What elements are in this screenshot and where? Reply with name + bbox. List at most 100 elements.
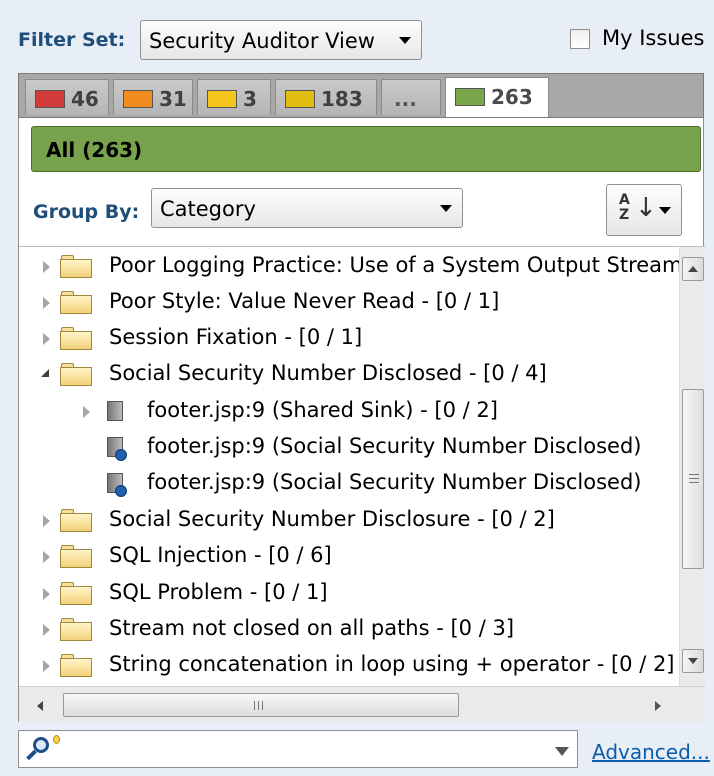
tree-item-label: String concatenation in loop using + ope…	[109, 652, 675, 676]
medium-swatch-icon	[207, 90, 237, 108]
tree-item[interactable]: Poor Logging Practice: Use of a System O…	[19, 248, 679, 284]
chevron-down-icon	[399, 37, 411, 44]
expand-arrow-icon[interactable]	[43, 660, 50, 672]
tree-item-label: Social Security Number Disclosed - [0 / …	[109, 361, 547, 385]
folder-icon	[60, 582, 92, 605]
low-swatch-icon	[285, 90, 315, 108]
tree-item[interactable]: Session Fixation - [0 / 1]	[19, 320, 679, 356]
horizontal-scrollbar[interactable]	[19, 686, 705, 722]
issues-panel: All (263) Group By: Category AZ ↓ Poor L…	[18, 118, 705, 722]
group-by-dropdown[interactable]: Category	[151, 188, 463, 228]
tab-count: 263	[491, 85, 533, 109]
tree-item-label: Stream not closed on all paths - [0 / 3]	[109, 616, 515, 640]
folder-icon	[60, 509, 92, 532]
folder-icon	[60, 545, 92, 568]
folder-icon	[60, 618, 92, 641]
tab-count: 46	[71, 87, 99, 111]
sort-az-icon: AZ	[619, 192, 630, 223]
all-swatch-icon	[455, 88, 485, 106]
shared-sink-icon	[105, 401, 127, 425]
tree-item[interactable]: footer.jsp:9 (Social Security Number Dis…	[19, 429, 679, 465]
tree-item[interactable]: Social Security Number Disclosed - [0 / …	[19, 356, 679, 392]
expand-arrow-icon[interactable]	[43, 333, 50, 345]
tree-item[interactable]: SQL Problem - [0 / 1]	[19, 575, 679, 611]
advanced-search-link[interactable]: Advanced...	[592, 740, 710, 764]
scroll-left-arrow-icon[interactable]	[37, 701, 43, 711]
horizontal-scroll-thumb[interactable]	[63, 693, 459, 717]
scroll-down-button[interactable]	[682, 649, 704, 673]
grip-icon	[254, 701, 255, 710]
grip-icon	[262, 701, 263, 710]
tab-all[interactable]: 263	[445, 77, 549, 117]
my-issues-checkbox[interactable]	[570, 29, 590, 49]
folder-icon	[60, 363, 92, 386]
folder-icon	[60, 327, 92, 350]
group-by-value: Category	[160, 197, 256, 221]
vertical-scroll-thumb[interactable]	[682, 389, 704, 569]
priority-tabs: 46 31 3 183 ... 263	[18, 73, 704, 118]
tree-item[interactable]: Poor Style: Value Never Read - [0 / 1]	[19, 284, 679, 320]
filter-set-row: Filter Set: Security Auditor View My Iss…	[0, 0, 714, 70]
chevron-down-icon	[659, 207, 671, 214]
filter-set-label: Filter Set:	[18, 29, 126, 51]
all-issues-label: All (263)	[46, 138, 143, 162]
expand-arrow-icon[interactable]	[43, 515, 50, 527]
search-input[interactable]	[18, 730, 578, 768]
scroll-up-button[interactable]	[682, 257, 704, 281]
folder-icon	[60, 255, 92, 278]
expand-arrow-icon[interactable]	[83, 406, 90, 418]
expand-arrow-icon[interactable]	[43, 551, 50, 563]
vertical-scrollbar[interactable]	[679, 246, 705, 686]
tree-item-label: footer.jsp:9 (Social Security Number Dis…	[147, 434, 642, 458]
filter-set-dropdown[interactable]: Security Auditor View	[140, 20, 422, 60]
sort-arrow-icon: ↓	[635, 193, 657, 223]
tree-item-label: SQL Problem - [0 / 1]	[109, 580, 328, 604]
tree-item-label: Social Security Number Disclosure - [0 /…	[109, 507, 555, 531]
sort-button[interactable]: AZ ↓	[606, 184, 682, 236]
group-by-label: Group By:	[33, 201, 140, 223]
tree-item[interactable]: String concatenation in loop using + ope…	[19, 647, 679, 683]
tab-count: 183	[321, 87, 363, 111]
expand-arrow-icon[interactable]	[43, 624, 50, 636]
tab-critical[interactable]: 46	[25, 79, 109, 115]
scroll-right-arrow-icon[interactable]	[655, 701, 661, 711]
tab-high[interactable]: 31	[113, 79, 193, 115]
folder-icon	[60, 291, 92, 314]
high-swatch-icon	[123, 90, 153, 108]
tab-count: 3	[243, 87, 257, 111]
tree-item-label: Poor Logging Practice: Use of a System O…	[109, 253, 679, 277]
tree-item[interactable]: SQL Injection - [0 / 6]	[19, 538, 679, 574]
tree-item-label: SQL Injection - [0 / 6]	[109, 543, 332, 567]
my-issues-label: My Issues	[602, 26, 705, 50]
tree-item[interactable]: footer.jsp:9 (Social Security Number Dis…	[19, 465, 679, 501]
filter-set-value: Security Auditor View	[149, 29, 375, 53]
grip-icon	[689, 478, 699, 479]
grip-icon	[258, 701, 259, 710]
tree-item[interactable]: footer.jsp:9 (Shared Sink) - [0 / 2]	[19, 393, 679, 429]
tab-more[interactable]: ...	[381, 79, 441, 115]
expand-arrow-icon[interactable]	[43, 297, 50, 309]
search-history-dropdown-icon[interactable]	[555, 747, 569, 756]
tab-low[interactable]: 183	[275, 79, 377, 115]
expand-arrow-icon[interactable]	[43, 261, 50, 273]
chevron-down-icon	[440, 205, 452, 212]
grip-icon	[689, 482, 699, 483]
grip-icon	[689, 474, 699, 475]
all-issues-bar: All (263)	[31, 126, 701, 172]
issue-icon	[105, 437, 127, 461]
tree-item-label: footer.jsp:9 (Shared Sink) - [0 / 2]	[147, 398, 498, 422]
expand-arrow-icon[interactable]	[43, 588, 50, 600]
folder-icon	[60, 654, 92, 677]
tree-item-label: Poor Style: Value Never Read - [0 / 1]	[109, 289, 500, 313]
issue-tree: Poor Logging Practice: Use of a System O…	[19, 246, 679, 686]
critical-swatch-icon	[35, 90, 65, 108]
arrow-up-icon	[688, 266, 698, 272]
more-tabs-label: ...	[394, 87, 417, 111]
search-lens-icon[interactable]	[25, 735, 60, 763]
tab-medium[interactable]: 3	[197, 79, 271, 115]
collapse-arrow-icon[interactable]	[41, 369, 49, 377]
tree-item[interactable]: Stream not closed on all paths - [0 / 3]	[19, 611, 679, 647]
issue-icon	[105, 473, 127, 497]
tab-count: 31	[159, 87, 187, 111]
tree-item[interactable]: Social Security Number Disclosure - [0 /…	[19, 502, 679, 538]
